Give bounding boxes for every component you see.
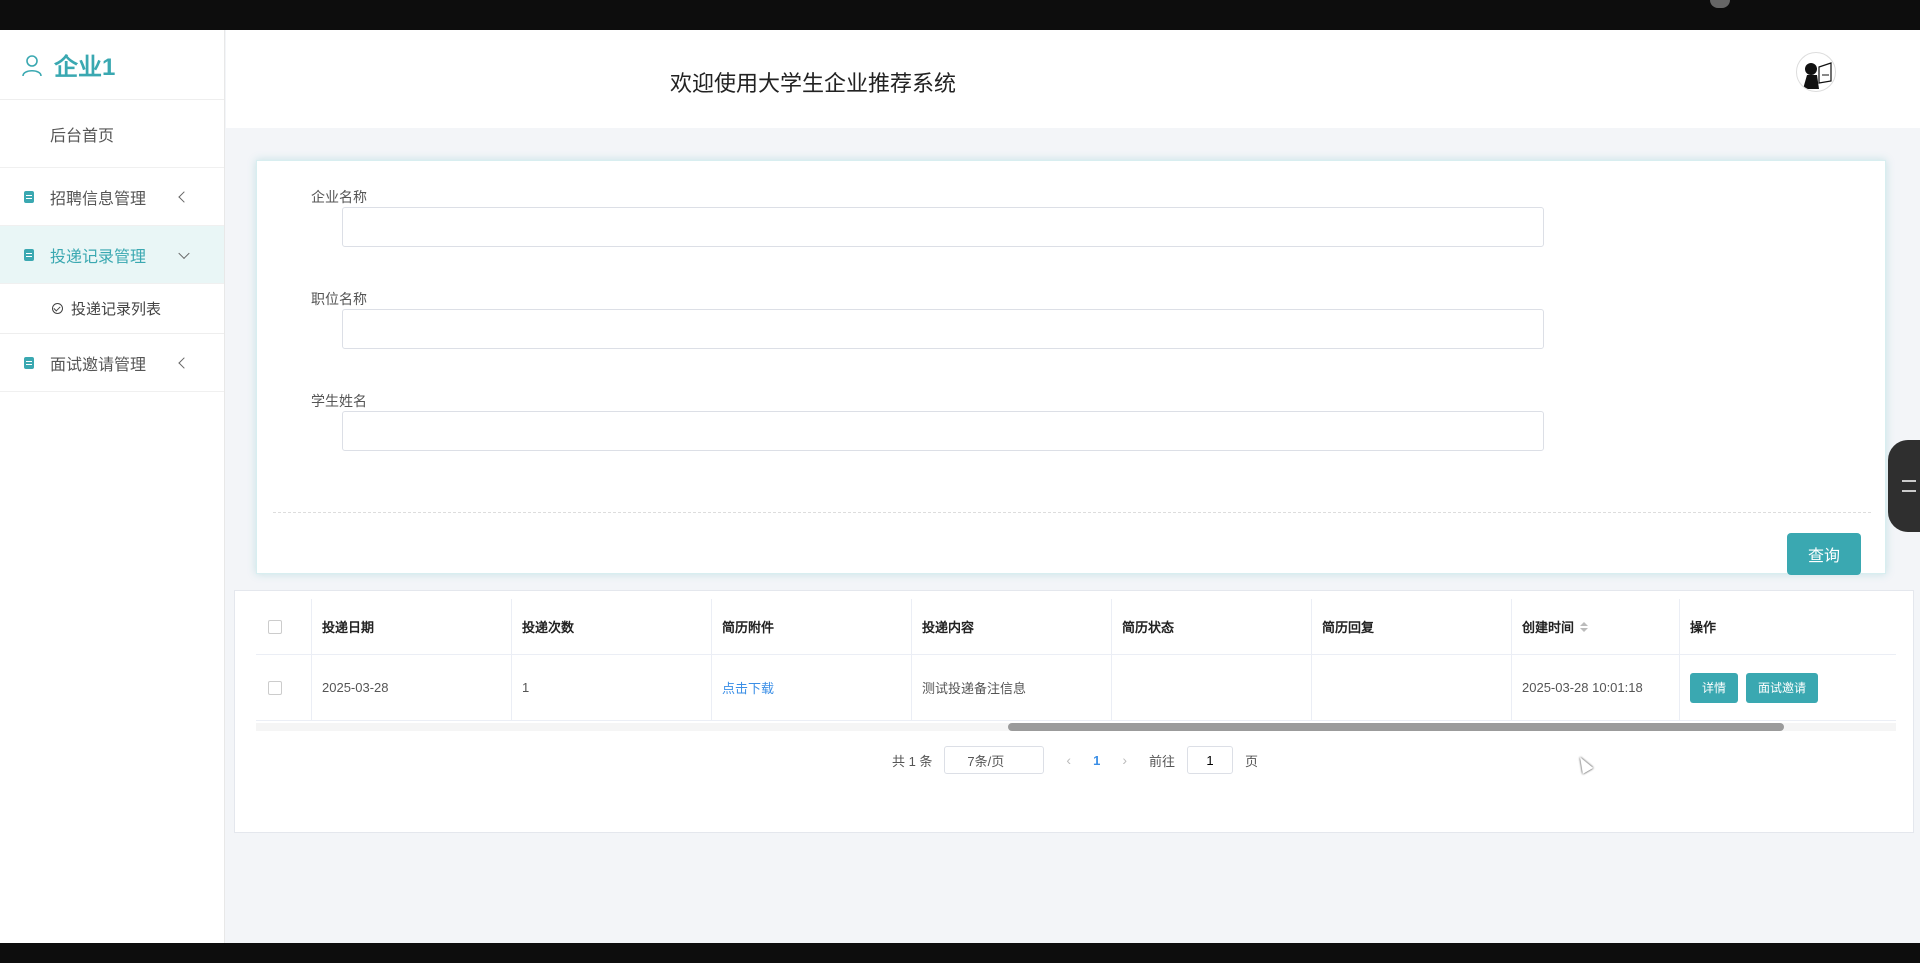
detail-button[interactable]: 详情	[1690, 672, 1739, 703]
window-control-icon	[1710, 0, 1730, 8]
header-reply[interactable]: 简历回复	[1312, 599, 1512, 654]
cell-reply	[1312, 655, 1512, 720]
side-drawer-toggle[interactable]	[1888, 440, 1920, 532]
total-count: 共 1 条	[891, 753, 933, 769]
select-all-cell	[256, 599, 312, 654]
position-name-input[interactable]	[342, 309, 1544, 349]
divider	[273, 512, 1871, 513]
student-name-label: 学生姓名	[311, 393, 367, 409]
header-status[interactable]: 简历状态	[1112, 599, 1312, 654]
search-panel: 企业名称 职位名称 学生姓名 查询	[256, 160, 1886, 575]
sidebar-brand: 企业1	[0, 30, 224, 100]
brand-name: 企业1	[54, 54, 116, 81]
cell-attachment: 点击下载	[712, 655, 912, 720]
sidebar-subitem-label: 投递记录列表	[71, 301, 162, 318]
header-created: 创建时间	[1522, 620, 1575, 635]
goto-page-input[interactable]	[1187, 746, 1234, 774]
company-name-label: 企业名称	[311, 189, 367, 205]
sidebar: 企业1 后台首页 招聘信息管理 投递记录管理 投递记录列表 面试邀请管理	[0, 30, 225, 943]
header-count[interactable]: 投递次数	[512, 599, 712, 654]
sidebar-item-label: 投递记录管理	[50, 248, 147, 266]
sort-icon[interactable]	[1580, 621, 1589, 632]
company-name-input[interactable]	[342, 207, 1544, 247]
download-link[interactable]: 点击下载	[722, 678, 774, 697]
document-icon	[24, 356, 34, 369]
list-icon	[1902, 480, 1916, 492]
table-panel: 投递日期 投递次数 简历附件 投递内容 简历状态 简历回复 创建时间 操作 20…	[234, 590, 1914, 833]
header-date[interactable]: 投递日期	[312, 599, 512, 654]
interview-invite-button[interactable]: 面试邀请	[1746, 672, 1819, 703]
app-window: 企业1 后台首页 招聘信息管理 投递记录管理 投递记录列表 面试邀请管理 欢迎使…	[0, 30, 1920, 943]
page-suffix: 页	[1245, 753, 1259, 769]
horizontal-scrollbar[interactable]	[256, 723, 1896, 731]
avatar-image	[1803, 62, 1832, 89]
cell-content: 测试投递备注信息	[912, 655, 1112, 720]
cell-created: 2025-03-28 10:01:18	[1512, 655, 1680, 720]
sidebar-item-interview[interactable]: 面试邀请管理	[0, 334, 224, 392]
sidebar-item-label: 面试邀请管理	[50, 356, 147, 374]
data-table: 投递日期 投递次数 简历附件 投递内容 简历状态 简历回复 创建时间 操作 20…	[256, 599, 1896, 721]
document-icon	[24, 190, 34, 203]
query-button[interactable]: 查询	[1787, 533, 1861, 575]
goto-label: 前往	[1149, 753, 1176, 769]
avatar[interactable]	[1796, 52, 1836, 92]
document-icon	[24, 248, 34, 261]
header-actions: 操作	[1690, 620, 1717, 635]
scrollbar-thumb[interactable]	[1008, 723, 1784, 731]
row-checkbox[interactable]	[268, 680, 282, 695]
table-header-row: 投递日期 投递次数 简历附件 投递内容 简历状态 简历回复 创建时间 操作	[256, 599, 1896, 655]
chevron-left-icon	[178, 356, 190, 369]
page-title: 欢迎使用大学生企业推荐系统	[670, 71, 957, 96]
prev-page-icon[interactable]: ‹	[1066, 752, 1071, 768]
os-top-bar	[0, 0, 1920, 30]
student-name-input[interactable]	[342, 411, 1544, 451]
select-all-checkbox[interactable]	[268, 619, 282, 634]
page-size-select[interactable]: 7条/页	[944, 746, 1045, 774]
pagination: 共 1 条 7条/页 ‹ 1 › 前往 页	[235, 745, 1915, 775]
row-select-cell	[256, 655, 312, 720]
chevron-left-icon	[178, 190, 190, 203]
header: 欢迎使用大学生企业推荐系统	[226, 30, 1920, 128]
os-bottom-bar	[0, 943, 1920, 963]
cell-count: 1	[512, 655, 712, 720]
sidebar-item-applications[interactable]: 投递记录管理	[0, 226, 224, 284]
position-name-label: 职位名称	[311, 291, 367, 307]
next-page-icon[interactable]: ›	[1122, 752, 1127, 768]
cell-actions: 详情 面试邀请	[1680, 655, 1896, 720]
header-created-cell[interactable]: 创建时间	[1512, 599, 1680, 654]
chevron-down-icon	[178, 247, 190, 259]
check-circle-icon	[52, 303, 63, 314]
sidebar-item-recruitment[interactable]: 招聘信息管理	[0, 168, 224, 226]
header-content[interactable]: 投递内容	[912, 599, 1112, 654]
cell-date: 2025-03-28	[312, 655, 512, 720]
sidebar-item-home[interactable]: 后台首页	[0, 100, 224, 168]
table-row: 2025-03-28 1 点击下载 测试投递备注信息 2025-03-28 10…	[256, 655, 1896, 721]
header-attachment[interactable]: 简历附件	[712, 599, 912, 654]
sidebar-item-label: 招聘信息管理	[50, 190, 147, 208]
user-icon	[22, 54, 42, 76]
sidebar-item-label: 后台首页	[50, 127, 115, 145]
cell-status	[1112, 655, 1312, 720]
sidebar-subitem-application-list[interactable]: 投递记录列表	[0, 284, 224, 334]
page-number[interactable]: 1	[1093, 753, 1100, 768]
